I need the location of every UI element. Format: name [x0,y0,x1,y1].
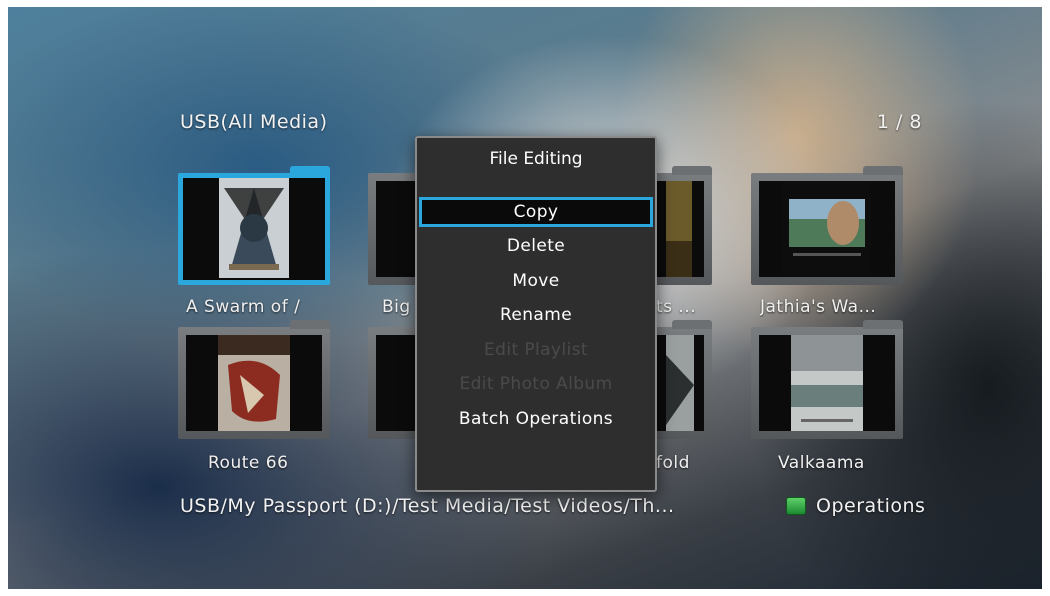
media-tile-route66[interactable] [178,320,330,439]
poster-route66-image [218,335,290,431]
source-title: USB(All Media) [180,111,328,133]
menu-item-copy[interactable]: Copy [419,197,653,227]
media-browser-screen: USB(All Media) 1 / 8 A Swarm of / Big ts… [8,7,1042,589]
tile-caption: Route 66 [208,453,289,473]
tile-caption: Jathia's Wa... [760,297,877,317]
menu-item-rename[interactable]: Rename [419,300,653,330]
media-tile-jathia[interactable] [751,166,903,285]
poster-jathia-image [783,181,871,277]
menu-item-edit-playlist: Edit Playlist [484,340,588,360]
tile-caption: Valkaama [778,453,865,473]
operations-hint[interactable]: Operations [786,495,925,517]
folder-tab [290,166,330,175]
tile-caption: Big [382,297,411,317]
tile-caption: fold [656,453,690,473]
page-indicator: 1 / 8 [876,111,922,133]
poster-image [666,181,692,277]
media-tile-valkaama[interactable] [751,320,903,439]
thumbnail [759,181,895,277]
menu-item-move[interactable]: Move [419,266,653,296]
menu-item-delete[interactable]: Delete [419,231,653,261]
folder-tab [863,320,903,329]
thumbnail [183,178,325,280]
file-editing-menu: File Editing Copy Delete Move Rename Edi… [415,136,657,492]
thumbnail [759,335,895,431]
thumbnail [186,335,322,431]
folder-tab [672,166,712,175]
media-tile-swarm[interactable] [178,166,330,285]
poster-swarm-image [219,178,289,278]
folder-tab [290,320,330,329]
current-path: USB/My Passport (D:)/Test Media/Test Vid… [180,495,675,517]
folder-tab [863,166,903,175]
poster-image [666,335,694,431]
operations-label: Operations [816,495,926,517]
folder-tab [672,320,712,329]
menu-item-edit-photo-album: Edit Photo Album [459,374,613,394]
green-button-icon [786,497,806,515]
menu-item-batch-operations[interactable]: Batch Operations [419,404,653,434]
tile-caption: A Swarm of / [186,297,301,317]
poster-valkaama-image [791,335,863,431]
tile-caption: ts ... [656,297,697,317]
menu-title: File Editing [489,149,583,169]
